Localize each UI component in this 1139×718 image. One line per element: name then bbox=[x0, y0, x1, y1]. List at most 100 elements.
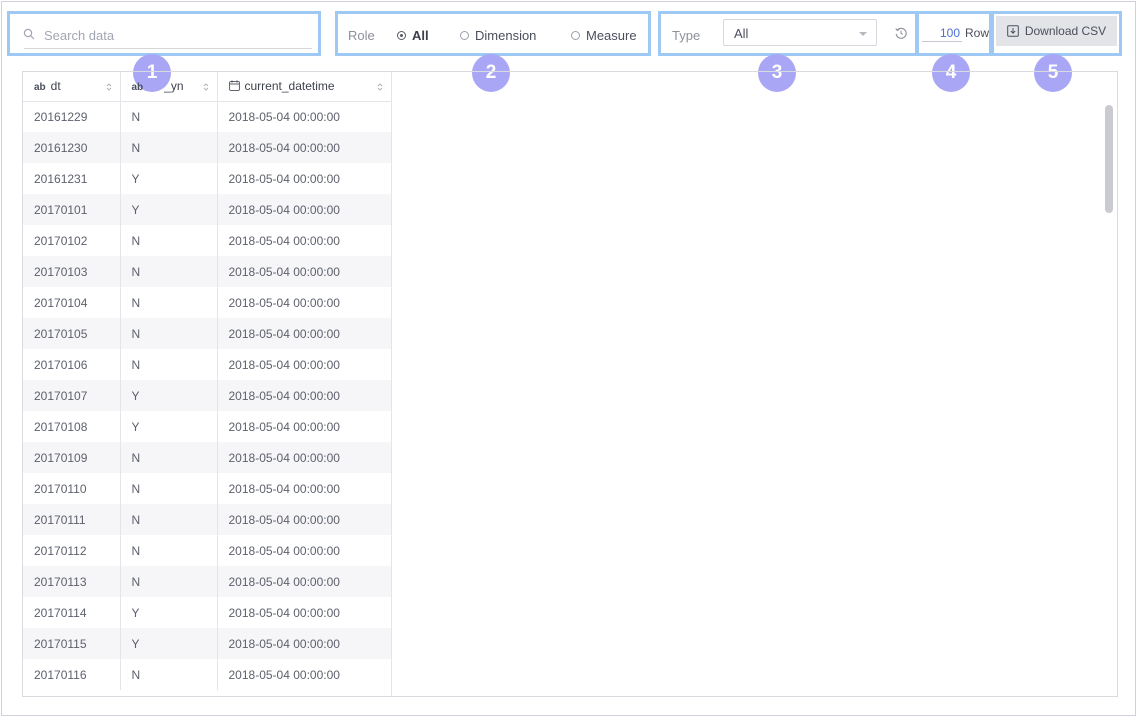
table-row[interactable]: 20170110 N 2018-05-04 00:00:00 bbox=[23, 473, 392, 504]
table-cell: 20170116 bbox=[23, 659, 121, 690]
table-cell: Y bbox=[120, 628, 218, 659]
sort-icon[interactable] bbox=[106, 82, 112, 92]
type-filter-panel: Type All bbox=[658, 11, 918, 56]
table-cell: Y bbox=[120, 380, 218, 411]
table-row[interactable]: 20161229 N 2018-05-04 00:00:00 bbox=[23, 101, 392, 132]
type-dropdown-value: All bbox=[734, 26, 749, 41]
table-row[interactable]: 20170103 N 2018-05-04 00:00:00 bbox=[23, 256, 392, 287]
table-row[interactable]: 20170107 Y 2018-05-04 00:00:00 bbox=[23, 380, 392, 411]
radio-unselected-icon bbox=[571, 31, 580, 40]
string-type-icon: ab bbox=[34, 82, 46, 94]
table-cell: 2018-05-04 00:00:00 bbox=[217, 101, 392, 132]
table-row[interactable]: 20170108 Y 2018-05-04 00:00:00 bbox=[23, 411, 392, 442]
search-panel bbox=[7, 11, 321, 56]
table-cell: 2018-05-04 00:00:00 bbox=[217, 597, 392, 628]
table-row[interactable]: 20161231 Y 2018-05-04 00:00:00 bbox=[23, 163, 392, 194]
table-cell: 2018-05-04 00:00:00 bbox=[217, 349, 392, 380]
table-cell: 20161229 bbox=[23, 101, 121, 132]
role-radio-measure[interactable]: Measure bbox=[571, 28, 637, 43]
column-header-current-datetime[interactable]: current_datetime bbox=[217, 72, 392, 102]
table-cell: 20170110 bbox=[23, 473, 121, 504]
table-cell: N bbox=[120, 566, 218, 597]
table-cell: N bbox=[120, 349, 218, 380]
table-row[interactable]: 20170101 Y 2018-05-04 00:00:00 bbox=[23, 194, 392, 225]
table-cell: 20170107 bbox=[23, 380, 121, 411]
table-cell: N bbox=[120, 318, 218, 349]
table-row[interactable]: 20170112 N 2018-05-04 00:00:00 bbox=[23, 535, 392, 566]
table-cell: 2018-05-04 00:00:00 bbox=[217, 535, 392, 566]
table-cell: 20170104 bbox=[23, 287, 121, 318]
table-cell: Y bbox=[120, 163, 218, 194]
download-panel: Download CSV bbox=[991, 11, 1122, 56]
table-cell: 2018-05-04 00:00:00 bbox=[217, 473, 392, 504]
row-limit-label: Row bbox=[965, 26, 990, 40]
table-cell: N bbox=[120, 132, 218, 163]
type-dropdown[interactable]: All bbox=[723, 19, 877, 46]
table-cell: 20170112 bbox=[23, 535, 121, 566]
table-row[interactable]: 20161230 N 2018-05-04 00:00:00 bbox=[23, 132, 392, 163]
table-row[interactable]: 20170104 N 2018-05-04 00:00:00 bbox=[23, 287, 392, 318]
table-cell: 20170115 bbox=[23, 628, 121, 659]
table-cell: 2018-05-04 00:00:00 bbox=[217, 318, 392, 349]
string-type-icon: ab bbox=[131, 82, 144, 94]
column-header-dt[interactable]: ab dt bbox=[23, 72, 121, 102]
table-cell: N bbox=[120, 659, 218, 690]
role-filter-panel: Role All Dimension Measure bbox=[335, 11, 651, 56]
column-divider bbox=[391, 72, 392, 696]
table-cell: 20170114 bbox=[23, 597, 121, 628]
column-header-label: dt bbox=[50, 79, 61, 94]
table-row[interactable]: 20170102 N 2018-05-04 00:00:00 bbox=[23, 225, 392, 256]
table-row[interactable]: 20170109 N 2018-05-04 00:00:00 bbox=[23, 442, 392, 473]
table-cell: 2018-05-04 00:00:00 bbox=[217, 628, 392, 659]
search-input[interactable] bbox=[42, 24, 306, 46]
table-row[interactable]: 20170105 N 2018-05-04 00:00:00 bbox=[23, 318, 392, 349]
table-cell: 2018-05-04 00:00:00 bbox=[217, 163, 392, 194]
table-row[interactable]: 20170106 N 2018-05-04 00:00:00 bbox=[23, 349, 392, 380]
data-table: ab dt ab _yn current_datetime 20161229 N… bbox=[23, 72, 392, 690]
column-header-yn[interactable]: ab _yn bbox=[120, 72, 218, 102]
table-cell: N bbox=[120, 287, 218, 318]
table-cell: Y bbox=[120, 194, 218, 225]
table-cell: N bbox=[120, 225, 218, 256]
table-row[interactable]: 20170114 Y 2018-05-04 00:00:00 bbox=[23, 597, 392, 628]
download-csv-button[interactable]: Download CSV bbox=[996, 16, 1117, 46]
table-cell: N bbox=[120, 101, 218, 132]
data-grid: ab dt ab _yn current_datetime 20161229 N… bbox=[22, 71, 1118, 697]
radio-unselected-icon bbox=[460, 31, 469, 40]
table-cell: 20170113 bbox=[23, 566, 121, 597]
table-row[interactable]: 20170116 N 2018-05-04 00:00:00 bbox=[23, 659, 392, 690]
role-radio-dimension[interactable]: Dimension bbox=[460, 28, 536, 43]
table-row[interactable]: 20170111 N 2018-05-04 00:00:00 bbox=[23, 504, 392, 535]
scrollbar-thumb[interactable] bbox=[1105, 105, 1113, 213]
table-row[interactable]: 20170113 N 2018-05-04 00:00:00 bbox=[23, 566, 392, 597]
table-header-row: ab dt ab _yn current_datetime bbox=[23, 72, 392, 102]
table-cell: 2018-05-04 00:00:00 bbox=[217, 566, 392, 597]
role-radio-all[interactable]: All bbox=[397, 28, 429, 43]
table-cell: 2018-05-04 00:00:00 bbox=[217, 256, 392, 287]
table-cell: 20170103 bbox=[23, 256, 121, 287]
vertical-scrollbar[interactable] bbox=[1104, 105, 1114, 695]
table-cell: 2018-05-04 00:00:00 bbox=[217, 411, 392, 442]
table-cell: 2018-05-04 00:00:00 bbox=[217, 442, 392, 473]
table-cell: 2018-05-04 00:00:00 bbox=[217, 132, 392, 163]
table-cell: 2018-05-04 00:00:00 bbox=[217, 287, 392, 318]
row-limit-panel: Row bbox=[916, 11, 992, 56]
role-radio-dimension-label: Dimension bbox=[475, 28, 537, 43]
table-row[interactable]: 20170115 Y 2018-05-04 00:00:00 bbox=[23, 628, 392, 659]
search-icon bbox=[23, 28, 35, 40]
table-cell: 2018-05-04 00:00:00 bbox=[217, 194, 392, 225]
role-radio-all-label: All bbox=[412, 28, 429, 43]
table-cell: 2018-05-04 00:00:00 bbox=[217, 225, 392, 256]
table-cell: N bbox=[120, 535, 218, 566]
table-cell: Y bbox=[120, 597, 218, 628]
table-cell: 20170111 bbox=[23, 504, 121, 535]
table-cell: 2018-05-04 00:00:00 bbox=[217, 504, 392, 535]
sort-icon[interactable] bbox=[203, 82, 209, 92]
role-radio-measure-label: Measure bbox=[586, 28, 637, 43]
chevron-down-icon bbox=[859, 32, 867, 36]
download-csv-label: Download CSV bbox=[1024, 24, 1107, 38]
sort-icon[interactable] bbox=[377, 82, 383, 92]
row-limit-input[interactable] bbox=[922, 24, 962, 42]
table-cell: N bbox=[120, 473, 218, 504]
reset-icon[interactable] bbox=[894, 26, 908, 40]
